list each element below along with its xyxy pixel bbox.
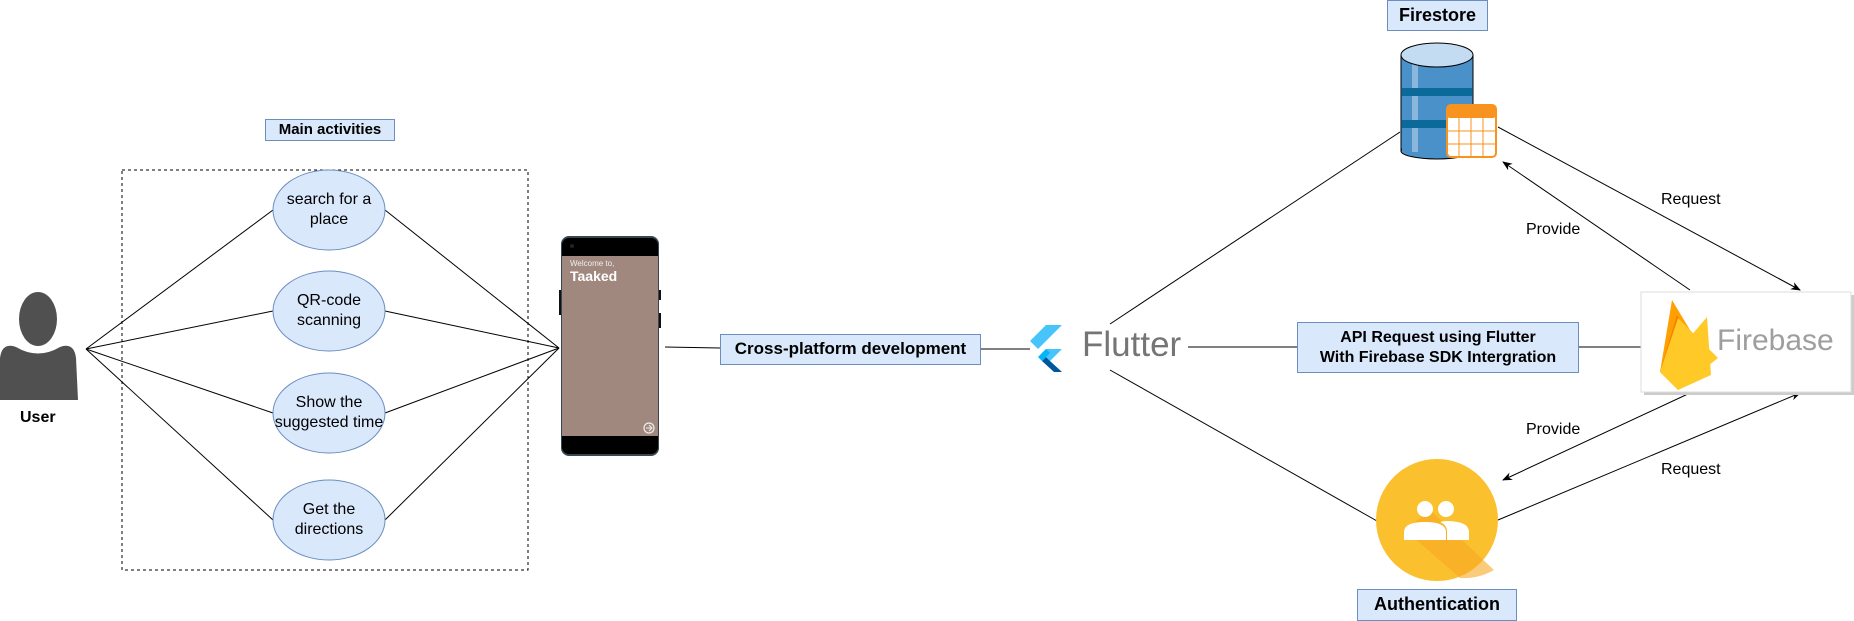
phone-app-name: Taaked	[570, 268, 618, 284]
arrow-firestore-request	[1497, 126, 1801, 291]
user-icon	[0, 292, 78, 400]
phone-welcome-text: Welcome to,	[570, 259, 615, 268]
connector-phone-crossplatform	[664, 346, 721, 349]
edge-label-auth-provide: Provide	[1526, 421, 1581, 438]
cross-platform-label: Cross-platform development	[720, 334, 981, 365]
use-case-qr-scanning[interactable]: QR-code scanning	[273, 281, 385, 341]
firestore-table-icon	[1446, 104, 1497, 158]
authentication-label: Authentication	[1357, 589, 1517, 621]
firestore-label: Firestore	[1387, 0, 1488, 31]
firebase-wordmark: Firebase	[1717, 324, 1834, 357]
use-case-search-place[interactable]: search for a place	[273, 180, 385, 240]
api-request-label: API Request using Flutter With Firebase …	[1297, 322, 1579, 373]
use-case-group-title: Main activities	[265, 119, 395, 141]
edge-label-auth-request: Request	[1661, 461, 1721, 478]
flutter-logo-icon	[1030, 325, 1062, 372]
api-request-line2: With Firebase SDK Intergration	[1319, 348, 1557, 366]
actor-label: User	[20, 409, 56, 426]
actor-associations	[85, 209, 560, 521]
authentication-icon	[1376, 459, 1498, 581]
edge-label-firestore-request: Request	[1661, 191, 1721, 208]
flutter-wordmark: Flutter	[1082, 325, 1182, 364]
use-case-suggested-time[interactable]: Show the suggested time	[271, 383, 387, 443]
edge-label-firestore-provide: Provide	[1526, 221, 1581, 238]
connector-flutter-auth	[1109, 369, 1378, 522]
api-request-line1: API Request using Flutter	[1340, 329, 1536, 347]
use-case-directions[interactable]: Get the directions	[273, 490, 385, 550]
connector-flutter-firestore	[1109, 131, 1401, 325]
